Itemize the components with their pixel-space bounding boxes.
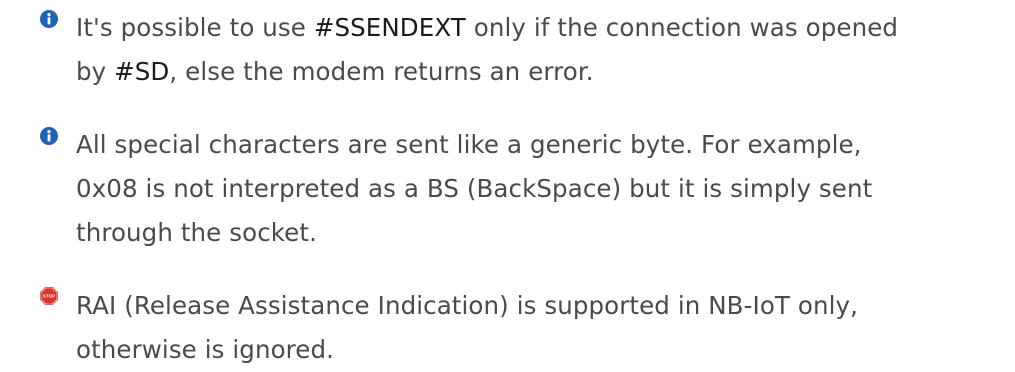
note-line: It's possible to use #SSENDEXT only if t… xyxy=(76,13,899,42)
note-line: 0x08 is not interpreted as a BS (BackSpa… xyxy=(76,174,873,203)
note-text: It's possible to use #SSENDEXT only if t… xyxy=(76,6,1006,94)
command-name: #SD xyxy=(114,57,170,86)
note-line: otherwise is ignored. xyxy=(76,335,335,364)
info-icon xyxy=(40,127,58,145)
note-text: All special characters are sent like a g… xyxy=(76,123,1006,255)
notes-list: It's possible to use #SSENDEXT only if t… xyxy=(0,0,1015,364)
note-line: through the socket. xyxy=(76,218,317,247)
command-name: #SSENDEXT xyxy=(313,13,466,42)
stop-sign-label: STOP xyxy=(43,294,55,299)
note-line: RAI (Release Assistance Indication) is s… xyxy=(76,291,859,320)
stop-sign-icon: STOP xyxy=(40,287,58,305)
note-line: by #SD, else the modem returns an error. xyxy=(76,57,594,86)
note-line: All special characters are sent like a g… xyxy=(76,130,862,159)
info-icon xyxy=(40,10,58,28)
